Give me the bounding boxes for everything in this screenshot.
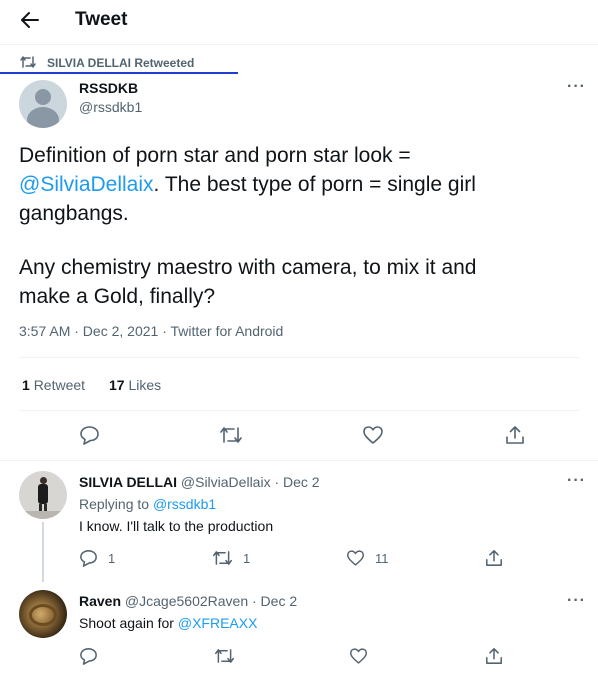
retweet-count: 1 (243, 550, 251, 566)
mention-link[interactable]: @XFREAXX (178, 615, 258, 631)
reply-icon[interactable] (79, 425, 100, 445)
author-name[interactable]: RSSDKB (79, 80, 138, 96)
retweet-icon[interactable] (214, 647, 235, 665)
like-heart-icon (346, 549, 365, 567)
reply-author-name[interactable]: Raven (79, 593, 121, 609)
replying-to-handle[interactable]: @rssdkb1 (153, 496, 216, 512)
reply-text: I know. I'll talk to the production (79, 518, 274, 534)
replying-to: Replying to @rssdkb1 (79, 496, 216, 512)
reply-button[interactable]: 1 (79, 549, 115, 567)
more-options-icon[interactable]: ··· (567, 79, 586, 95)
tweet-text-line: . The best type of porn = single girl (153, 173, 476, 196)
like-count: 11 (375, 550, 389, 566)
tweet-timestamp[interactable]: 3:57 AM · Dec 2, 2021 · Twitter for Andr… (19, 323, 283, 339)
mention-link[interactable]: @SilviaDellaix (19, 173, 154, 196)
more-options-icon[interactable]: ··· (567, 593, 586, 609)
back-arrow-icon[interactable] (20, 11, 40, 29)
reply-text: Shoot again for @XFREAXX (79, 615, 257, 631)
retweet-banner-underline (0, 72, 238, 74)
retweet-icon[interactable] (219, 425, 243, 445)
tweet-text: Definition of porn star and porn star lo… (19, 141, 579, 311)
retweet-icon (212, 549, 233, 567)
tweet-text-line: make a Gold, finally? (19, 285, 216, 308)
reply-count: 1 (108, 550, 116, 566)
reply-author-name[interactable]: SILVIA DELLAI (79, 474, 177, 490)
like-count: 17 (109, 377, 125, 393)
tweet-text-line: Any chemistry maestro with camera, to mi… (19, 256, 477, 279)
tweet-text-line: Definition of porn star and porn star lo… (19, 144, 411, 167)
like-stat[interactable]: 17 Likes (109, 377, 161, 393)
share-icon[interactable] (485, 647, 503, 665)
author-handle[interactable]: @rssdkb1 (79, 99, 142, 115)
avatar[interactable] (19, 80, 67, 128)
retweet-stat-label: Retweet (33, 377, 86, 393)
share-icon[interactable] (505, 425, 525, 445)
share-icon[interactable] (485, 549, 503, 567)
replying-to-prefix: Replying to (79, 496, 153, 512)
retweet-count: 1 (22, 377, 30, 393)
retweet-icon (20, 55, 36, 69)
retweeted-by-label[interactable]: SILVIA DELLAI Retweeted (47, 56, 194, 70)
tweet-text-line: gangbangs. (19, 202, 129, 225)
retweet-button[interactable]: 1 (212, 549, 250, 567)
reply-text-prefix: Shoot again for (79, 615, 178, 631)
reply-header: SILVIA DELLAI @SilviaDellaix · Dec 2 (79, 474, 320, 490)
like-button[interactable]: 11 (346, 549, 389, 567)
avatar[interactable] (19, 471, 67, 519)
reply-author-handle-date[interactable]: @Jcage5602Raven · Dec 2 (125, 593, 297, 609)
reply-author-handle-date[interactable]: @SilviaDellaix · Dec 2 (181, 474, 320, 490)
like-heart-icon[interactable] (349, 647, 368, 665)
reply-icon[interactable] (79, 647, 98, 665)
like-heart-icon[interactable] (362, 425, 384, 445)
more-options-icon[interactable]: ··· (567, 473, 586, 489)
reply-header: Raven @Jcage5602Raven · Dec 2 (79, 593, 297, 609)
avatar[interactable] (19, 590, 67, 638)
retweet-stat[interactable]: 1 Retweet (22, 377, 85, 393)
like-stat-label: Likes (128, 377, 162, 393)
reply-icon (79, 549, 98, 567)
thread-line (42, 522, 44, 582)
page-title: Tweet (75, 9, 128, 30)
